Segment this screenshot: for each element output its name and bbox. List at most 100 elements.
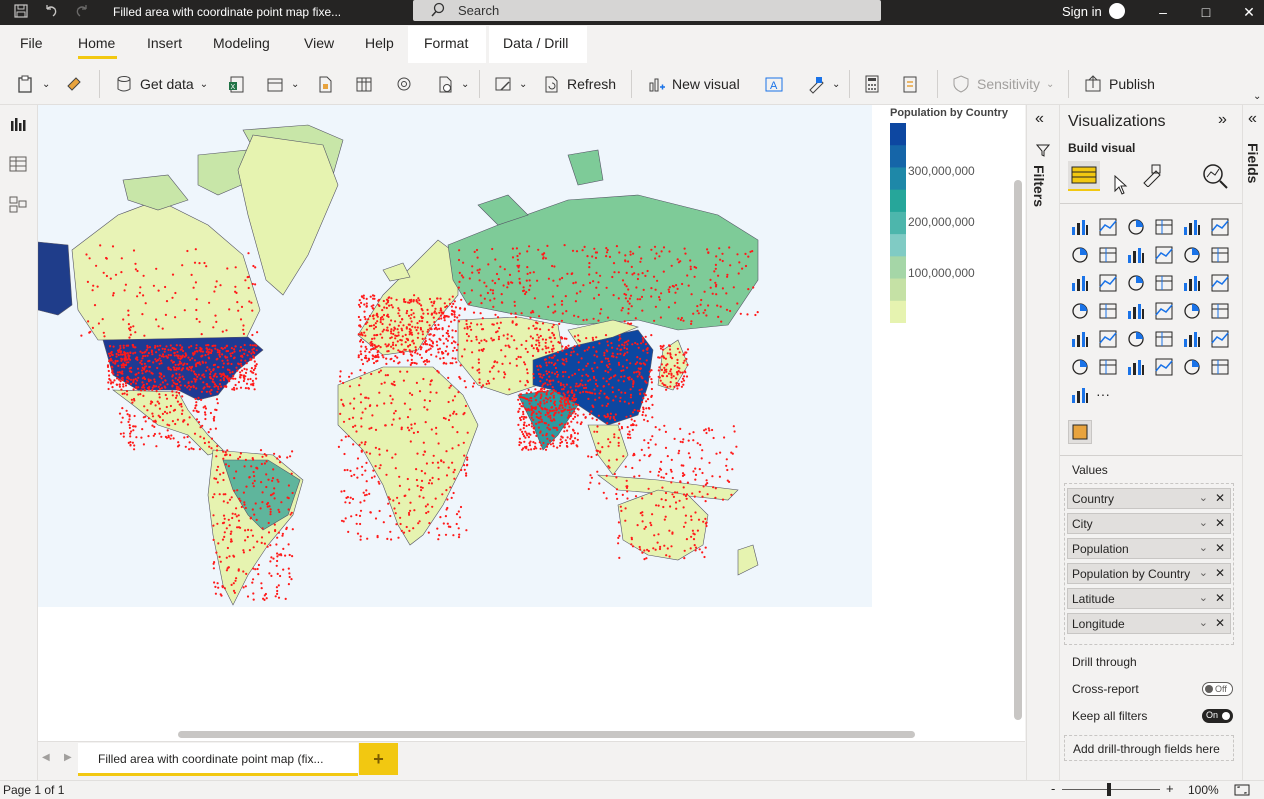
zoom-slider[interactable] [1062,789,1160,790]
fields-pane[interactable]: « Fields [1242,105,1264,780]
chevron-down-icon[interactable]: ⌄ [1199,616,1208,629]
ribbon-collapse-icon[interactable]: ⌄ [1253,91,1261,102]
visual-type-icon[interactable] [1182,273,1202,293]
remove-field-icon[interactable]: ✕ [1215,491,1225,505]
visual-type-icon[interactable] [1126,357,1146,377]
remove-field-icon[interactable]: ✕ [1215,566,1225,580]
dataflow-button[interactable] [394,71,414,97]
visual-type-icon[interactable] [1154,329,1174,349]
visual-type-icon[interactable] [1154,357,1174,377]
well-population-by-country[interactable]: Population by Country ⌄ ✕ [1067,563,1231,584]
chevron-down-icon[interactable]: ⌄ [1199,516,1208,529]
visual-type-icon[interactable] [1070,357,1090,377]
visual-type-icon[interactable] [1070,217,1090,237]
enter-data-button[interactable] [354,71,374,97]
collapse-pane-icon[interactable]: » [1218,111,1227,129]
visual-type-icon[interactable] [1070,385,1090,405]
sign-in-link[interactable]: Sign in [1062,4,1102,19]
remove-field-icon[interactable]: ✕ [1215,516,1225,530]
well-country[interactable]: Country ⌄ ✕ [1067,488,1231,509]
redo-icon[interactable] [73,3,91,21]
build-visual-tab[interactable] [1068,161,1100,191]
visual-type-icon[interactable] [1126,301,1146,321]
next-page-icon[interactable]: ▶ [64,752,72,763]
visual-type-icon[interactable] [1070,329,1090,349]
visual-type-icon[interactable] [1182,329,1202,349]
visual-type-icon[interactable] [1098,217,1118,237]
visual-type-icon[interactable] [1210,245,1230,265]
visual-type-icon[interactable] [1210,217,1230,237]
dataset-button[interactable]: ⌄ [265,71,299,97]
analytics-icon[interactable] [1202,163,1228,192]
visual-type-icon[interactable] [1182,245,1202,265]
visual-type-icon[interactable] [1098,273,1118,293]
zoom-in-button[interactable]: + [1166,781,1174,796]
page-tab[interactable]: Filled area with coordinate point map (f… [78,743,358,776]
zoom-out-button[interactable]: - [1051,781,1055,796]
visual-type-icon[interactable] [1154,301,1174,321]
visual-type-icon[interactable] [1154,273,1174,293]
tab-insert[interactable]: Insert [147,35,182,51]
zoom-slider-thumb[interactable] [1107,783,1111,796]
fit-to-page-icon[interactable] [1234,784,1250,799]
visual-type-icon[interactable] [1126,217,1146,237]
filters-pane[interactable]: « Filters [1026,105,1059,780]
custom-visual-selected[interactable] [1068,420,1092,444]
filled-map-visual[interactable] [38,105,872,607]
visual-type-icon[interactable] [1210,329,1230,349]
transform-data-button[interactable]: ⌄ [493,71,527,97]
publish-button[interactable]: Publish [1083,71,1155,97]
visual-type-icon[interactable] [1182,357,1202,377]
keep-all-filters-toggle[interactable]: On [1202,709,1233,723]
visual-type-icon[interactable] [1070,273,1090,293]
format-painter-button[interactable] [64,71,84,97]
remove-field-icon[interactable]: ✕ [1215,616,1225,630]
visual-type-icon[interactable] [1182,217,1202,237]
visual-type-icon[interactable] [1098,245,1118,265]
minimize-button[interactable]: – [1153,2,1173,22]
visual-type-icon[interactable] [1182,301,1202,321]
visual-type-icon[interactable] [1098,329,1118,349]
maximize-button[interactable]: □ [1196,2,1216,22]
remove-field-icon[interactable]: ✕ [1215,591,1225,605]
chevron-down-icon[interactable]: ⌄ [1199,566,1208,579]
visual-type-icon[interactable] [1126,273,1146,293]
visual-type-icon[interactable] [1210,273,1230,293]
add-page-button[interactable]: + [359,743,398,775]
visual-type-icon[interactable] [1210,301,1230,321]
sensitivity-button[interactable]: Sensitivity ⌄ [951,71,1054,97]
avatar[interactable] [1109,3,1125,19]
search-box[interactable]: Search [413,0,881,21]
visual-type-icon[interactable] [1154,217,1174,237]
remove-field-icon[interactable]: ✕ [1215,541,1225,555]
tab-view[interactable]: View [304,35,334,51]
visual-type-icon[interactable] [1070,301,1090,321]
visual-type-icon[interactable] [1070,245,1090,265]
expand-fields-icon[interactable]: « [1248,110,1257,128]
text-box-button[interactable]: A [764,71,784,97]
more-visuals-button[interactable]: ⌄ [806,71,840,97]
close-button[interactable]: ✕ [1239,2,1259,22]
paste-button[interactable]: ⌄ [16,71,50,97]
add-drill-through-well[interactable]: Add drill-through fields here [1064,735,1234,761]
well-latitude[interactable]: Latitude ⌄ ✕ [1067,588,1231,609]
visual-type-icon[interactable] [1210,357,1230,377]
format-visual-icon[interactable] [1140,163,1164,190]
new-visual-button[interactable]: New visual [646,71,740,97]
well-longitude[interactable]: Longitude ⌄ ✕ [1067,613,1231,634]
tab-help[interactable]: Help [365,35,394,51]
horizontal-scrollbar[interactable] [178,731,915,738]
visual-type-icon[interactable] [1126,245,1146,265]
visual-type-icon[interactable] [1126,329,1146,349]
visual-type-icon[interactable] [1154,245,1174,265]
save-icon[interactable] [12,3,30,21]
chevron-down-icon[interactable]: ⌄ [1199,491,1208,504]
recent-sources-button[interactable]: ⌄ [435,71,469,97]
get-data-button[interactable]: Get data ⌄ [114,71,208,97]
visual-type-icon[interactable] [1098,357,1118,377]
prev-page-icon[interactable]: ◀ [42,752,50,763]
vertical-scrollbar[interactable] [1014,180,1022,720]
tab-home[interactable]: Home [78,35,115,51]
tab-modeling[interactable]: Modeling [213,35,270,51]
model-view-icon[interactable] [9,195,27,216]
